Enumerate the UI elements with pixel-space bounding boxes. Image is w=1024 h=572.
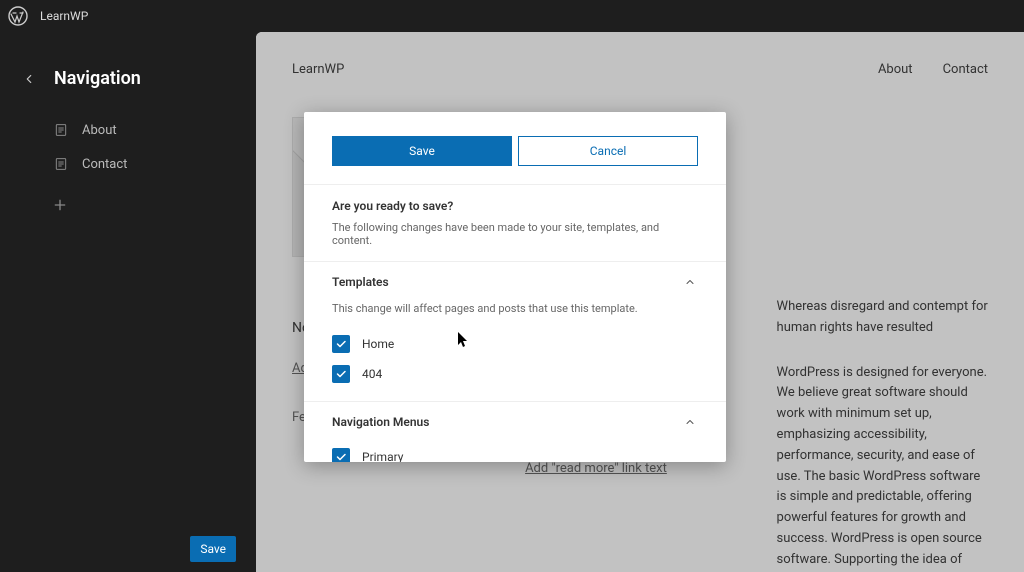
- cancel-button[interactable]: Cancel: [518, 136, 698, 166]
- sidebar-item-label: About: [82, 123, 117, 138]
- checkbox-primary[interactable]: [332, 448, 350, 462]
- sidebar-item-label: Contact: [82, 157, 127, 172]
- section-title-templates: Templates: [332, 275, 389, 289]
- checkbox-home[interactable]: [332, 335, 350, 353]
- checkbox-404[interactable]: [332, 365, 350, 383]
- modal-description: The following changes have been made to …: [332, 221, 698, 247]
- wordpress-logo-icon[interactable]: [8, 6, 28, 26]
- section-title-nav-menus: Navigation Menus: [332, 415, 429, 429]
- modal-prompt: Are you ready to save?: [332, 199, 698, 213]
- sidebar-item-about[interactable]: About: [44, 113, 248, 147]
- topbar-site-name: LearnWP: [40, 9, 88, 23]
- page-icon: [52, 155, 70, 173]
- sidebar-item-contact[interactable]: Contact: [44, 147, 248, 181]
- section-desc-templates: This change will affect pages and posts …: [332, 302, 698, 315]
- chevron-up-icon[interactable]: [682, 414, 698, 430]
- chevron-up-icon[interactable]: [682, 274, 698, 290]
- sidebar-panel: Navigation About Contact Save: [0, 32, 256, 572]
- sidebar-title: Navigation: [54, 68, 141, 89]
- add-item-button[interactable]: [44, 189, 76, 221]
- checkbox-label: Primary: [362, 450, 403, 462]
- checkbox-label: 404: [362, 367, 382, 381]
- save-button[interactable]: Save: [332, 136, 512, 166]
- page-icon: [52, 121, 70, 139]
- sidebar-save-button[interactable]: Save: [190, 536, 236, 562]
- back-button[interactable]: [20, 70, 38, 88]
- save-modal: Save Cancel Are you ready to save? The f…: [304, 112, 726, 462]
- checkbox-label: Home: [362, 337, 394, 351]
